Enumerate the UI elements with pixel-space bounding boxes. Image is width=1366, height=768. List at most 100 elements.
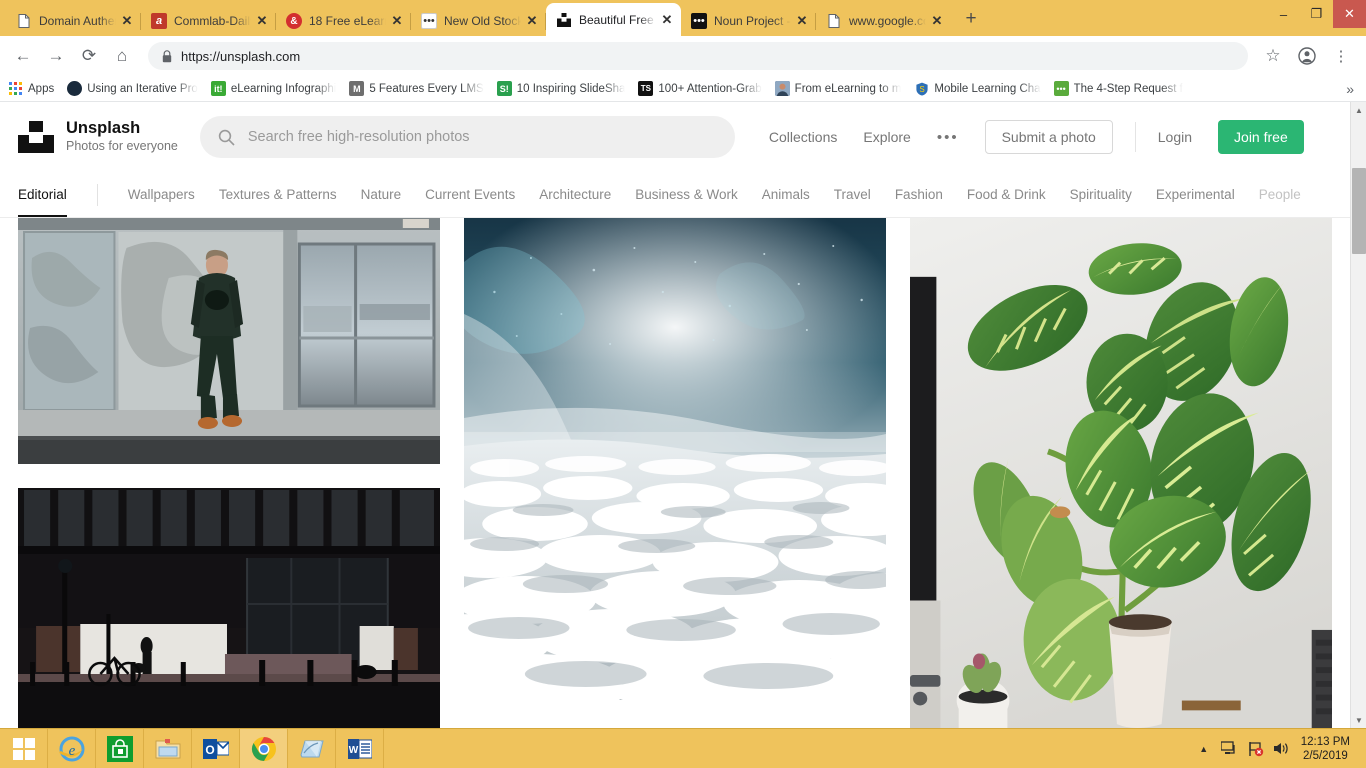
photo-card[interactable]: [18, 218, 440, 464]
scrollbar-thumb[interactable]: [1352, 168, 1366, 254]
bookmark-item-4[interactable]: S! 10 Inspiring SlideSha: [496, 81, 625, 96]
bookmark-item-1[interactable]: Using an Iterative Pro: [67, 81, 198, 96]
system-tray: ▲ 12:13 PM 2/5/2019: [1191, 729, 1366, 768]
home-icon[interactable]: ⌂: [107, 41, 137, 71]
category-current-events[interactable]: Current Events: [425, 172, 515, 217]
join-free-button[interactable]: Join free: [1218, 120, 1304, 154]
category-food-drink[interactable]: Food & Drink: [967, 172, 1046, 217]
category-nature[interactable]: Nature: [361, 172, 402, 217]
bookmark-apps[interactable]: Apps: [8, 81, 54, 96]
photo-card[interactable]: [910, 218, 1332, 728]
bookmark-item-5[interactable]: TS 100+ Attention-Grab: [638, 81, 762, 96]
scroll-up-arrow-icon[interactable]: ▲: [1351, 102, 1366, 118]
browser-tab-3[interactable]: & 18 Free eLearning a ✕: [276, 6, 411, 36]
tab-close-icon[interactable]: ✕: [119, 13, 135, 29]
back-icon[interactable]: ←: [8, 41, 38, 71]
unsplash-icon: [556, 12, 572, 28]
new-tab-button[interactable]: +: [957, 6, 985, 34]
volume-icon[interactable]: [1269, 729, 1295, 768]
bookmark-item-6[interactable]: From eLearning to m: [774, 81, 901, 96]
profile-icon[interactable]: [1292, 41, 1322, 71]
scroll-down-arrow-icon[interactable]: ▼: [1351, 712, 1366, 728]
category-fashion[interactable]: Fashion: [895, 172, 943, 217]
search-input[interactable]: [247, 129, 717, 145]
tab-title: Commlab-Daily Log: [174, 14, 251, 28]
svg-text:O: O: [205, 743, 214, 757]
bookmark-item-8[interactable]: ••• The 4-Step Request f: [1053, 81, 1183, 96]
taskbar-google-chrome[interactable]: [240, 728, 288, 768]
login-link[interactable]: Login: [1158, 129, 1192, 145]
address-bar[interactable]: https://unsplash.com: [148, 42, 1248, 70]
unsplash-mark-icon: [18, 121, 54, 153]
category-travel[interactable]: Travel: [834, 172, 871, 217]
taskbar-sticky-notes[interactable]: [288, 728, 336, 768]
bookmark-item-7[interactable]: S Mobile Learning Cha: [914, 81, 1041, 96]
category-textures-patterns[interactable]: Textures & Patterns: [219, 172, 337, 217]
tab-close-icon[interactable]: ✕: [794, 13, 810, 29]
tab-title: Beautiful Free Imag: [579, 12, 656, 27]
close-window-button[interactable]: ✕: [1333, 0, 1366, 28]
dots-icon: •••: [421, 13, 437, 29]
forward-icon[interactable]: →: [41, 41, 71, 71]
minimize-button[interactable]: –: [1267, 0, 1300, 28]
submit-photo-button[interactable]: Submit a photo: [984, 120, 1113, 154]
header-divider: [1134, 122, 1136, 152]
reload-icon[interactable]: ⟳: [74, 41, 104, 71]
category-wallpapers[interactable]: Wallpapers: [128, 172, 195, 217]
header-nav: Collections Explore ••• Submit a photo L…: [769, 120, 1304, 154]
action-center-icon[interactable]: [1243, 729, 1269, 768]
category-divider: [96, 183, 98, 206]
taskbar-clock[interactable]: 12:13 PM 2/5/2019: [1295, 735, 1358, 763]
clock-date: 2/5/2019: [1303, 749, 1348, 762]
network-icon[interactable]: [1217, 729, 1243, 768]
browser-tab-2[interactable]: a Commlab-Daily Log ✕: [141, 6, 276, 36]
browser-tab-5-active[interactable]: Beautiful Free Imag ✕: [546, 3, 681, 36]
photo-card[interactable]: [464, 218, 886, 700]
browser-tab-6[interactable]: ••• Noun Project - Icon ✕: [681, 6, 816, 36]
window-controls: – ❐ ✕: [1267, 0, 1366, 28]
lock-icon: [162, 49, 172, 63]
green-dots-icon: •••: [1053, 81, 1069, 96]
nav-explore[interactable]: Explore: [863, 129, 910, 145]
search-bar[interactable]: [199, 116, 735, 158]
bookmark-star-icon[interactable]: ☆: [1258, 41, 1288, 71]
taskbar-internet-explorer[interactable]: e: [48, 728, 96, 768]
bookmark-item-2[interactable]: it! eLearning Infographi: [210, 81, 336, 96]
unsplash-logo[interactable]: Unsplash Photos for everyone: [18, 119, 178, 155]
browser-tab-7[interactable]: www.google.com ✕: [816, 6, 951, 36]
more-menu-icon[interactable]: •••: [937, 129, 959, 146]
taskbar-microsoft-store[interactable]: [96, 728, 144, 768]
nav-collections[interactable]: Collections: [769, 129, 837, 145]
svg-text:W: W: [348, 745, 358, 756]
category-people[interactable]: People: [1259, 172, 1301, 217]
tab-close-icon[interactable]: ✕: [659, 12, 675, 28]
start-button[interactable]: [0, 728, 48, 768]
show-hidden-icons-arrow[interactable]: ▲: [1191, 729, 1217, 768]
tab-close-icon[interactable]: ✕: [524, 13, 540, 29]
page-scrollbar[interactable]: ▲ ▼: [1350, 102, 1366, 728]
tab-close-icon[interactable]: ✕: [254, 13, 270, 29]
bookmark-item-3[interactable]: M 5 Features Every LMS: [349, 81, 484, 96]
photo-card[interactable]: [18, 488, 440, 728]
browser-tab-4[interactable]: ••• New Old Stock ✕: [411, 6, 546, 36]
category-editorial[interactable]: Editorial: [18, 172, 67, 217]
category-architecture[interactable]: Architecture: [539, 172, 611, 217]
taskbar-outlook[interactable]: O: [192, 728, 240, 768]
browser-tab-1[interactable]: Domain Authentica ✕: [6, 6, 141, 36]
bookmark-label: Mobile Learning Cha: [934, 82, 1041, 95]
bookmarks-overflow-icon[interactable]: »: [1346, 81, 1358, 97]
search-icon: [218, 129, 235, 146]
taskbar-microsoft-word[interactable]: W: [336, 728, 384, 768]
taskbar-file-explorer[interactable]: [144, 728, 192, 768]
category-business-work[interactable]: Business & Work: [635, 172, 738, 217]
maximize-button[interactable]: ❐: [1300, 0, 1333, 28]
category-animals[interactable]: Animals: [762, 172, 810, 217]
avatar-icon: [774, 81, 790, 96]
category-experimental[interactable]: Experimental: [1156, 172, 1235, 217]
menu-icon[interactable]: ⋮: [1326, 41, 1356, 71]
tab-close-icon[interactable]: ✕: [389, 13, 405, 29]
tab-close-icon[interactable]: ✕: [929, 13, 945, 29]
logo-name: Unsplash: [66, 119, 141, 137]
ts-icon: TS: [638, 81, 654, 96]
category-spirituality[interactable]: Spirituality: [1070, 172, 1132, 217]
